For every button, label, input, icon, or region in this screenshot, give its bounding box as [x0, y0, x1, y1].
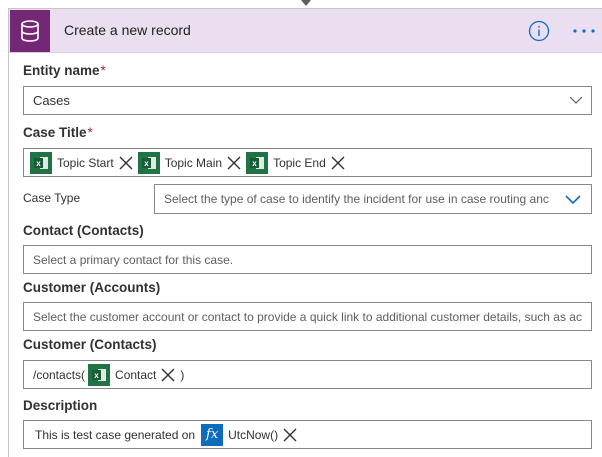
- close-icon[interactable]: [160, 367, 176, 383]
- action-card: Create a new record Entity name* Cases C…: [8, 8, 602, 457]
- svg-text:x: x: [252, 159, 257, 168]
- required-mark: *: [87, 125, 93, 140]
- token-topic-end[interactable]: x Topic End: [246, 151, 346, 174]
- chevron-down-icon[interactable]: [565, 194, 581, 205]
- case-title-input[interactable]: x Topic Start x Topic Main x Topic End: [23, 148, 592, 177]
- customer-contacts-label: Customer (Contacts): [23, 337, 157, 352]
- close-icon[interactable]: [226, 155, 242, 171]
- customer-contacts-input[interactable]: /contacts( x Contact ): [23, 360, 592, 389]
- action-header[interactable]: Create a new record: [9, 9, 602, 53]
- excel-icon: x: [137, 151, 160, 174]
- token-utcnow[interactable]: fx UtcNow(): [201, 423, 298, 446]
- customer-accounts-label: Customer (Accounts): [23, 280, 161, 295]
- token-label: Topic End: [273, 155, 326, 170]
- chevron-down-icon[interactable]: [569, 95, 583, 105]
- token-label: Topic Main: [164, 155, 223, 170]
- close-icon[interactable]: [118, 155, 134, 171]
- description-label: Description: [23, 398, 98, 413]
- token-topic-main[interactable]: x Topic Main: [137, 151, 242, 174]
- info-icon: [528, 20, 550, 42]
- token-label: UtcNow(): [228, 427, 279, 442]
- entity-name-value: Cases: [33, 93, 70, 108]
- contact-placeholder: Select a primary contact for this case.: [33, 252, 234, 267]
- customer-accounts-placeholder: Select the customer account or contact t…: [33, 309, 582, 324]
- token-topic-start[interactable]: x Topic Start: [30, 151, 134, 174]
- flow-connector-arrow-icon: [301, 0, 311, 6]
- contact-input[interactable]: Select a primary contact for this case.: [23, 245, 592, 274]
- contact-label: Contact (Contacts): [23, 223, 144, 238]
- case-type-label: Case Type: [23, 191, 81, 205]
- svg-text:x: x: [144, 159, 149, 168]
- customer-accounts-input[interactable]: Select the customer account or contact t…: [23, 302, 592, 331]
- svg-text:x: x: [94, 371, 99, 380]
- case-type-dropdown[interactable]: Select the type of case to identify the …: [154, 184, 592, 214]
- required-mark: *: [100, 63, 106, 78]
- entity-name-dropdown[interactable]: Cases: [23, 86, 592, 115]
- case-title-label-text: Case Title: [23, 125, 87, 140]
- excel-icon: x: [246, 151, 269, 174]
- token-label: Topic Start: [57, 155, 114, 170]
- close-icon[interactable]: [330, 155, 346, 171]
- action-title: Create a new record: [64, 22, 191, 38]
- contacts-suffix-text: ): [180, 367, 185, 382]
- case-type-placeholder: Select the type of case to identify the …: [164, 192, 549, 206]
- info-button[interactable]: [528, 20, 550, 42]
- description-input[interactable]: This is test case generated on fx UtcNow…: [23, 420, 592, 449]
- expression-fx-icon: fx: [201, 423, 224, 446]
- description-prefix-text: This is test case generated on: [35, 427, 196, 442]
- entity-name-label-text: Entity name: [23, 63, 100, 78]
- case-title-label: Case Title*: [23, 125, 93, 140]
- svg-text:x: x: [36, 159, 41, 168]
- database-icon: [10, 10, 50, 52]
- close-icon[interactable]: [282, 427, 298, 443]
- excel-icon: x: [30, 151, 52, 174]
- more-dots-icon: [573, 29, 595, 33]
- contacts-prefix-text: /contacts(: [33, 367, 86, 382]
- more-options-button[interactable]: [571, 20, 597, 42]
- excel-icon: x: [88, 363, 111, 386]
- token-contact[interactable]: x Contact: [88, 363, 176, 386]
- entity-name-label: Entity name*: [23, 63, 106, 78]
- token-label: Contact: [115, 367, 157, 382]
